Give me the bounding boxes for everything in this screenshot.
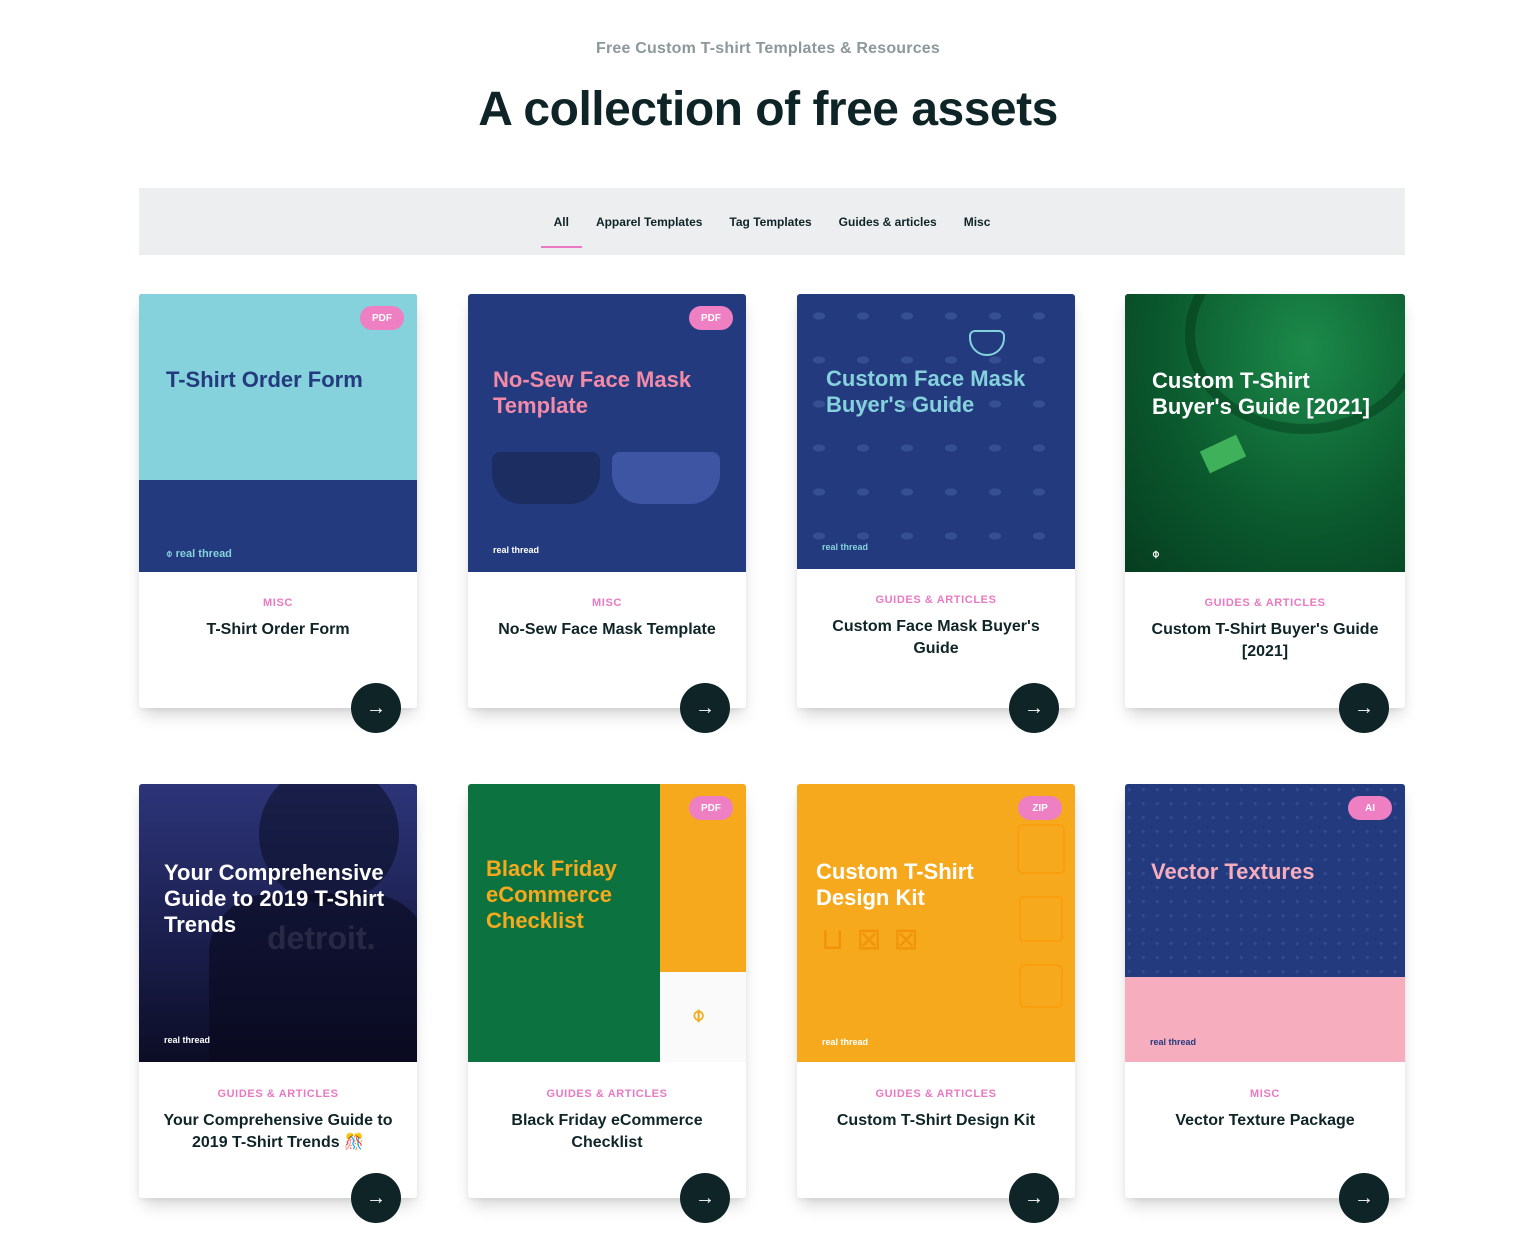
card-category: GUIDES & ARTICLES <box>1204 597 1326 609</box>
filter-tab-guides-articles[interactable]: Guides & articles <box>838 215 938 229</box>
asset-card[interactable]: Custom T-Shirt Buyer's Guide [2021] ⌽ GU… <box>1125 294 1405 733</box>
card-thumbnail: PDF No-Sew Face Mask Template real threa… <box>468 294 746 572</box>
brand-logo: ⌽ real thread <box>166 548 232 560</box>
thumbnail-title: Custom Face Mask Buyer's Guide <box>826 366 1026 417</box>
arrow-right-icon: → <box>366 1186 386 1209</box>
arrow-right-icon: → <box>695 1186 715 1209</box>
asset-card[interactable]: Custom Face Mask Buyer's Guide real thre… <box>797 294 1075 733</box>
filter-tab-misc[interactable]: Misc <box>963 215 992 229</box>
card-thumbnail: PDF T-Shirt Order Form ⌽ real thread <box>139 294 417 572</box>
card-category: GUIDES & ARTICLES <box>546 1088 668 1100</box>
open-asset-button[interactable]: → <box>1009 683 1059 733</box>
asset-card[interactable]: AI Vector Textures real thread MISC Vect… <box>1125 784 1405 1223</box>
document-outline-icon <box>1019 896 1063 942</box>
card-title: Your Comprehensive Guide to 2019 T-Shirt… <box>163 1112 393 1151</box>
file-type-badge: ZIP <box>1018 796 1062 820</box>
brand-logo: real thread <box>493 545 540 555</box>
thumbnail-title: Custom T-Shirt Buyer's Guide [2021] <box>1152 368 1370 419</box>
file-type-badge: PDF <box>689 306 733 330</box>
card-title: Custom T-Shirt Design Kit <box>836 1112 1036 1129</box>
arrow-right-icon: → <box>1024 696 1044 719</box>
filter-tab-all[interactable]: All <box>540 215 583 248</box>
card-thumbnail: AI Vector Textures real thread <box>1125 784 1405 1062</box>
arrow-right-icon: → <box>1354 1186 1374 1209</box>
card-title: No-Sew Face Mask Template <box>498 621 716 638</box>
thumbnail-title: Black Friday eCommerce Checklist <box>486 856 617 933</box>
laundry-symbols-icon: ⊔⊠⊠ <box>821 923 931 956</box>
arrow-right-icon: → <box>695 696 715 719</box>
asset-card[interactable]: PDF T-Shirt Order Form ⌽ real thread MIS… <box>139 294 417 733</box>
open-asset-button[interactable]: → <box>1009 1173 1059 1223</box>
open-asset-button[interactable]: → <box>351 683 401 733</box>
open-asset-button[interactable]: → <box>351 1173 401 1223</box>
card-thumbnail: Custom Face Mask Buyer's Guide real thre… <box>797 294 1075 569</box>
asset-card[interactable]: detroit. Your Comprehensive Guide to 201… <box>139 784 417 1223</box>
thumbnail-title: No-Sew Face Mask Template <box>493 367 692 418</box>
brand-mark-icon: ⌽ <box>1152 546 1160 561</box>
filter-tab-tag-templates[interactable]: Tag Templates <box>728 215 812 229</box>
brand-logo: real thread <box>164 1035 211 1045</box>
card-thumbnail: detroit. Your Comprehensive Guide to 201… <box>139 784 417 1062</box>
face-mask-shape <box>492 452 600 504</box>
thumbnail-title: Your Comprehensive Guide to 2019 T-Shirt… <box>164 860 385 937</box>
tshirt-outline-icon <box>1019 964 1063 1008</box>
asset-card[interactable]: PDF No-Sew Face Mask Template real threa… <box>468 294 746 733</box>
card-category: GUIDES & ARTICLES <box>217 1088 339 1100</box>
page-title: A collection of free assets <box>478 83 1058 136</box>
card-title: Custom T-Shirt Buyer's Guide [2021] <box>1151 621 1379 660</box>
open-asset-button[interactable]: → <box>680 1173 730 1223</box>
file-type-badge: AI <box>1348 796 1392 820</box>
brand-logo: real thread <box>1150 1037 1197 1047</box>
asset-card[interactable]: ZIP ⊔⊠⊠ Custom T-Shirt Design Kit real t… <box>797 784 1075 1223</box>
card-thumbnail: Custom T-Shirt Buyer's Guide [2021] ⌽ <box>1125 294 1405 572</box>
filter-tab-apparel-templates[interactable]: Apparel Templates <box>595 215 703 229</box>
open-asset-button[interactable]: → <box>1339 1173 1389 1223</box>
card-category: GUIDES & ARTICLES <box>875 1088 997 1100</box>
open-asset-button[interactable]: → <box>680 683 730 733</box>
tshirt-outline-icon <box>1017 824 1065 874</box>
thumbnail-title: Custom T-Shirt Design Kit <box>816 859 974 910</box>
thumbnail-title: Vector Textures <box>1151 859 1315 884</box>
card-title: Black Friday eCommerce Checklist <box>511 1112 703 1151</box>
asset-card[interactable]: PDF Black Friday eCommerce Checklist ⌽ G… <box>468 784 746 1223</box>
filter-bar: All Apparel Templates Tag Templates Guid… <box>139 188 1405 255</box>
mask-pattern <box>797 294 1075 569</box>
card-title: Custom Face Mask Buyer's Guide <box>832 618 1040 657</box>
card-category: GUIDES & ARTICLES <box>875 594 997 606</box>
brand-logo: real thread <box>822 542 869 552</box>
card-thumbnail: ZIP ⊔⊠⊠ Custom T-Shirt Design Kit real t… <box>797 784 1075 1062</box>
droplet-logo-icon: ⌽ <box>692 1002 706 1027</box>
card-title: T-Shirt Order Form <box>206 621 350 638</box>
file-type-badge: PDF <box>689 796 733 820</box>
card-category: MISC <box>1250 1088 1280 1100</box>
arrow-right-icon: → <box>366 696 386 719</box>
card-category: MISC <box>263 597 293 609</box>
tag-shape <box>1199 434 1247 474</box>
arrow-right-icon: → <box>1354 696 1374 719</box>
page-eyebrow: Free Custom T-shirt Templates & Resource… <box>596 40 940 57</box>
thumbnail-title: T-Shirt Order Form <box>166 367 363 392</box>
open-asset-button[interactable]: → <box>1339 683 1389 733</box>
brand-logo: real thread <box>822 1037 869 1047</box>
card-title: Vector Texture Package <box>1175 1112 1355 1129</box>
face-mask-shape <box>612 452 720 504</box>
file-type-badge: PDF <box>360 306 404 330</box>
card-thumbnail: PDF Black Friday eCommerce Checklist ⌽ <box>468 784 746 1062</box>
card-category: MISC <box>592 597 622 609</box>
arrow-right-icon: → <box>1024 1186 1044 1209</box>
